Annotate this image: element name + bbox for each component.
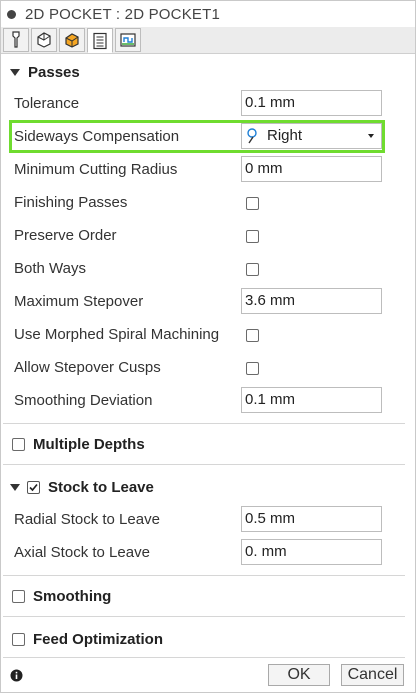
dialog-title: 2D POCKET : 2D POCKET1 [25,5,221,23]
smoothing-checkbox[interactable] [12,589,25,603]
multiple-depths-checkbox[interactable] [12,437,25,451]
tab-passes[interactable] [87,28,113,53]
morphed-spiral-label: Use Morphed Spiral Machining [14,326,220,343]
finishing-passes-label: Finishing Passes [14,194,128,211]
expand-triangle-icon [10,483,20,491]
tab-strip [1,27,415,54]
axial-stock-label: Axial Stock to Leave [14,544,150,561]
divider [3,657,405,658]
title-bar: 2D POCKET : 2D POCKET1 [1,1,415,27]
feed-optimization-checkbox[interactable] [12,632,25,646]
collapse-dot-icon[interactable] [7,9,16,19]
both-ways-checkbox[interactable] [246,263,259,276]
sideways-compensation-value: Right [267,127,303,144]
stock-to-leave-label: Stock to Leave [48,478,154,496]
axial-stock-input[interactable]: 0. mm [241,539,382,565]
max-stepover-input[interactable]: 3.6 mm [241,288,382,314]
checkmark-icon [29,483,38,491]
preserve-order-label: Preserve Order [14,227,117,244]
radial-stock-input[interactable]: 0.5 mm [241,506,382,532]
linking-icon [120,33,136,47]
ok-button[interactable]: OK [268,664,330,686]
tolerance-input[interactable]: 0.1 mm [241,90,382,116]
sideways-compensation-select[interactable]: Right [241,123,382,149]
cancel-button[interactable]: Cancel [341,664,404,686]
tab-geometry[interactable] [31,28,57,52]
operation-dialog: 2D POCKET : 2D POCKET1 Passes Tolerance … [0,0,416,693]
tab-linking[interactable] [115,28,141,52]
passes-header-label: Passes [28,63,80,81]
multiple-depths-label: Multiple Depths [33,435,145,453]
morphed-spiral-checkbox[interactable] [246,329,259,342]
stepover-cusps-label: Allow Stepover Cusps [14,359,161,376]
preserve-order-checkbox[interactable] [246,230,259,243]
divider [3,616,405,617]
smoothing-label: Smoothing [33,587,112,605]
info-icon[interactable] [10,669,23,682]
finishing-passes-checkbox[interactable] [246,197,259,210]
tool-icon [12,31,20,48]
feed-optimization-label: Feed Optimization [33,630,164,648]
radial-stock-label: Radial Stock to Leave [14,511,160,528]
min-cutting-radius-label: Minimum Cutting Radius [14,161,178,178]
geometry-icon [37,32,51,48]
tolerance-label: Tolerance [14,95,80,112]
tab-tool[interactable] [3,28,29,52]
max-stepover-label: Maximum Stepover [14,293,144,310]
stock-to-leave-section-header[interactable]: Stock to Leave [1,471,415,503]
stepover-cusps-checkbox[interactable] [246,362,259,375]
sideways-compensation-label: Sideways Compensation [14,128,180,145]
divider [3,575,405,576]
feed-optimization-section-header[interactable]: Feed Optimization [1,623,415,655]
dropdown-arrow-icon [368,134,374,138]
passes-section-header[interactable]: Passes [1,56,415,88]
stock-to-leave-checkbox[interactable] [27,480,40,494]
tab-heights[interactable] [59,28,85,52]
passes-icon [93,32,107,49]
heights-icon [65,33,79,48]
divider [3,423,405,424]
divider [3,464,405,465]
expand-triangle-icon [10,68,20,76]
smoothing-section-header[interactable]: Smoothing [1,580,415,612]
compensation-right-icon [247,128,257,144]
multiple-depths-section-header[interactable]: Multiple Depths [1,428,415,460]
min-cutting-radius-input[interactable]: 0 mm [241,156,382,182]
smoothing-deviation-input[interactable]: 0.1 mm [241,387,382,413]
smoothing-deviation-label: Smoothing Deviation [14,392,153,409]
both-ways-label: Both Ways [14,260,86,277]
